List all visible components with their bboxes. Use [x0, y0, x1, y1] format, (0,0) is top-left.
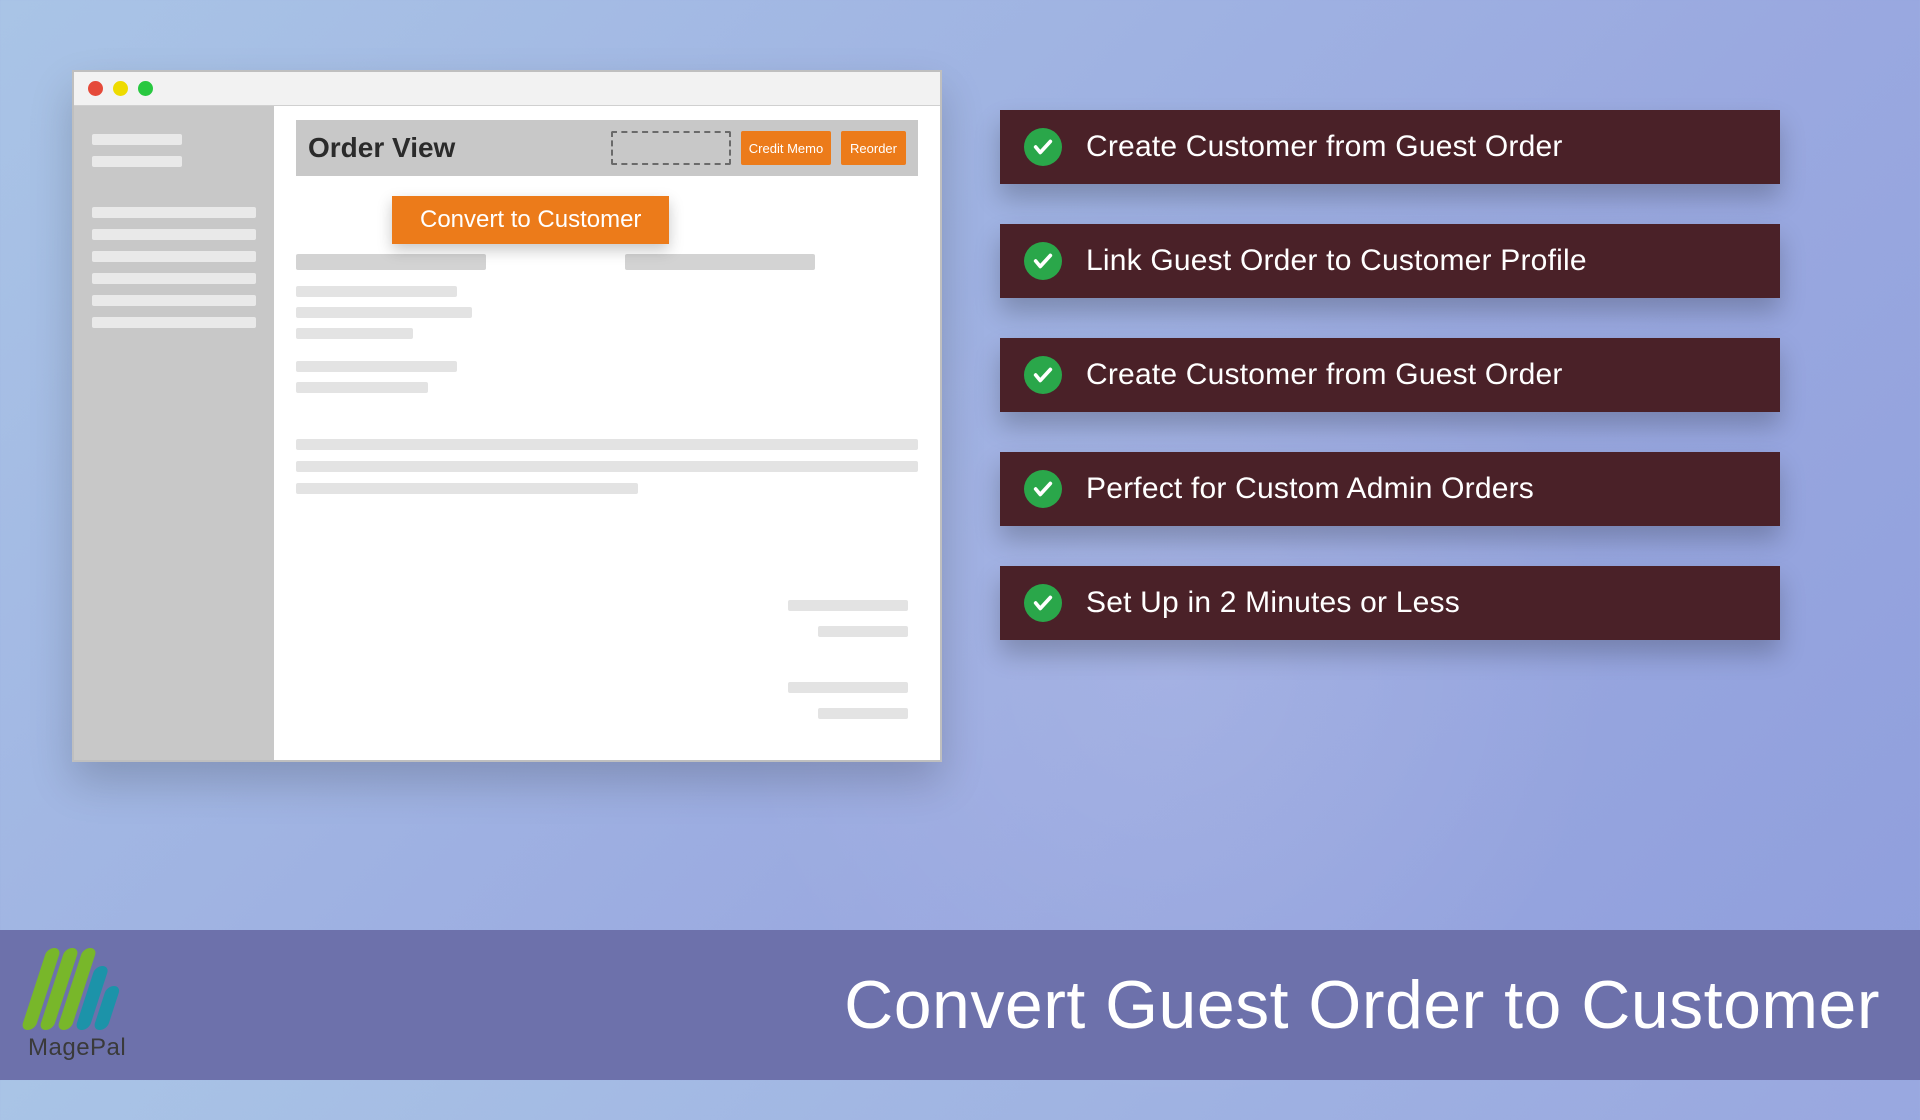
skeleton-line — [296, 439, 918, 450]
skeleton-line — [788, 600, 908, 611]
sidebar-item[interactable] — [92, 273, 256, 284]
skeleton-line — [296, 307, 472, 318]
skeleton-line — [625, 254, 815, 270]
feature-item: Link Guest Order to Customer Profile — [1000, 224, 1780, 298]
feature-label: Link Guest Order to Customer Profile — [1086, 244, 1587, 278]
feature-label: Create Customer from Guest Order — [1086, 130, 1563, 164]
sidebar-item[interactable] — [92, 229, 256, 240]
brand-name: MagePal — [28, 1034, 126, 1062]
check-circle-icon — [1024, 242, 1062, 280]
feature-item: Perfect for Custom Admin Orders — [1000, 452, 1780, 526]
skeleton-line — [296, 254, 486, 270]
sidebar-item[interactable] — [92, 134, 182, 145]
feature-label: Create Customer from Guest Order — [1086, 358, 1563, 392]
order-toolbar: Order View Credit Memo Reorder — [296, 120, 918, 176]
brand-logo: MagePal — [28, 948, 126, 1062]
logo-mark-icon — [21, 948, 134, 1030]
convert-to-customer-button[interactable]: Convert to Customer — [392, 196, 669, 244]
feature-label: Perfect for Custom Admin Orders — [1086, 472, 1534, 506]
order-totals-skeleton — [788, 600, 908, 734]
close-icon[interactable] — [88, 81, 103, 96]
main-panel: Order View Credit Memo Reorder Convert t… — [274, 106, 940, 760]
zoom-icon[interactable] — [138, 81, 153, 96]
skeleton-line — [296, 461, 918, 472]
sidebar-item[interactable] — [92, 295, 256, 306]
skeleton-line — [296, 286, 457, 297]
skeleton-line — [296, 328, 413, 339]
order-content-skeleton — [296, 254, 918, 494]
browser-titlebar — [74, 72, 940, 106]
sidebar-item[interactable] — [92, 251, 256, 262]
sidebar-item[interactable] — [92, 156, 182, 167]
feature-label: Set Up in 2 Minutes or Less — [1086, 586, 1460, 620]
footer-headline: Convert Guest Order to Customer — [844, 966, 1880, 1044]
check-circle-icon — [1024, 584, 1062, 622]
marketing-footer: MagePal Convert Guest Order to Customer — [0, 930, 1920, 1080]
feature-item: Set Up in 2 Minutes or Less — [1000, 566, 1780, 640]
skeleton-line — [788, 682, 908, 693]
skeleton-line — [818, 708, 908, 719]
admin-sidebar — [74, 106, 274, 760]
reorder-button[interactable]: Reorder — [841, 131, 906, 165]
skeleton-line — [296, 361, 457, 372]
sidebar-item[interactable] — [92, 207, 256, 218]
skeleton-line — [296, 382, 428, 393]
skeleton-line — [296, 483, 638, 494]
credit-memo-button[interactable]: Credit Memo — [741, 131, 831, 165]
minimize-icon[interactable] — [113, 81, 128, 96]
toolbar-placeholder-slot — [611, 131, 731, 165]
feature-list: Create Customer from Guest Order Link Gu… — [1000, 110, 1780, 640]
check-circle-icon — [1024, 356, 1062, 394]
browser-window: Order View Credit Memo Reorder Convert t… — [72, 70, 942, 762]
feature-item: Create Customer from Guest Order — [1000, 110, 1780, 184]
feature-item: Create Customer from Guest Order — [1000, 338, 1780, 412]
page-title: Order View — [308, 132, 455, 164]
sidebar-item[interactable] — [92, 317, 256, 328]
skeleton-line — [818, 626, 908, 637]
check-circle-icon — [1024, 128, 1062, 166]
check-circle-icon — [1024, 470, 1062, 508]
